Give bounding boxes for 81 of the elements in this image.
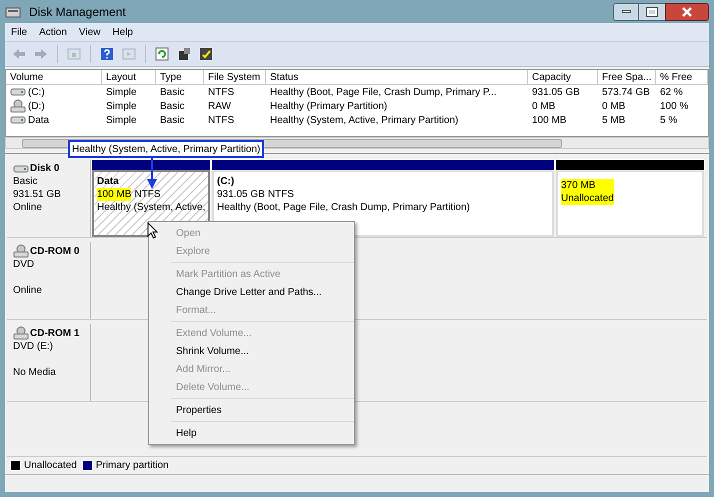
table-cell-text: Data: [28, 114, 50, 128]
table-cell-text: NTFS: [208, 114, 234, 128]
callout-arrow: [146, 158, 158, 190]
table-cell-text: Basic: [160, 86, 184, 100]
table-cell-text: 931.05 GB: [532, 86, 580, 100]
partition-block[interactable]: 370 MB Unallocated: [556, 170, 704, 237]
disk-type: DVD: [13, 258, 36, 271]
file-system: NTFS: [268, 188, 294, 201]
table-cell-text: 100 %: [660, 100, 688, 114]
column-header[interactable]: Volume: [6, 70, 102, 84]
table-cell-text: Simple: [106, 100, 137, 114]
table-cell-text: Simple: [106, 86, 137, 100]
column-header[interactable]: Capacity: [528, 70, 598, 84]
window-title: Disk Management: [29, 4, 126, 20]
partition-name: Data: [97, 175, 120, 188]
table-cell-text: 5 MB: [602, 114, 626, 128]
table-cell-text: Healthy (System, Active, Primary Partition): [270, 114, 458, 128]
table-cell-text: NTFS: [208, 86, 234, 100]
column-header[interactable]: Type: [156, 70, 204, 84]
partition-size: 931.05 GB: [217, 188, 265, 201]
column-header[interactable]: Layout: [102, 70, 156, 84]
table-row[interactable]: (D:) Simple Basic RAW Healthy (Primary Partition) 0 MB 0 MB 100 %: [6, 99, 708, 113]
partition-block[interactable]: (C:) 931.05 GB NTFS Healthy (Boot, Page File, Crash Dump, Primary Partition): [212, 170, 554, 237]
table-cell-text: 0 MB: [532, 100, 556, 114]
file-system: NTFS: [134, 188, 161, 201]
cursor-icon: [147, 222, 158, 239]
table-cell-text: Simple: [106, 114, 137, 128]
hard-drive-icon: [13, 164, 29, 174]
cd-drive-icon: [13, 326, 29, 340]
disk-type: Basic: [13, 175, 38, 188]
unallocated-label: 370 MB Unallocated: [561, 179, 614, 205]
table-cell-text: Healthy (Primary Partition): [270, 100, 388, 114]
table-cell-text: 0 MB: [602, 100, 626, 114]
close-button[interactable]: [665, 2, 709, 20]
close-icon: [682, 6, 692, 16]
cd-drive-icon: [10, 99, 26, 113]
table-cell-text: Basic: [160, 114, 184, 128]
hard-drive-icon: [10, 87, 26, 97]
table-cell-text: Healthy (Boot, Page File, Crash Dump, Primary P...: [270, 86, 497, 100]
hard-drive-icon: [10, 115, 26, 125]
disk-status: Online: [13, 284, 43, 297]
menu-item[interactable]: Shrink Volume...: [171, 342, 354, 360]
menu-item[interactable]: Action: [33, 24, 73, 40]
disk-type: DVD (E:): [13, 340, 54, 353]
table-row[interactable]: (C:) Simple Basic NTFS Healthy (Boot, Page File, Crash Dump, Primary P... 931.05 GB 573.74 GB 62 %: [6, 85, 708, 99]
table-cell-text: (D:): [28, 100, 45, 114]
partition-status: Healthy (System, Active,: [97, 201, 205, 214]
status-tooltip: Healthy (System, Active, Primary Partition): [68, 140, 264, 158]
table-cell-text: 100 MB: [532, 114, 566, 128]
menu-item[interactable]: Help: [106, 24, 139, 40]
menu-item[interactable]: View: [72, 24, 106, 40]
disk-name: Disk 0: [30, 162, 60, 175]
menu-item[interactable]: Properties: [171, 401, 354, 419]
column-header[interactable]: File System: [204, 70, 266, 84]
cd-drive-icon: [13, 244, 29, 258]
column-header[interactable]: Free Spa...: [598, 70, 656, 84]
table-cell-text: 5 %: [660, 114, 678, 128]
disk-name: CD-ROM 0: [30, 244, 80, 258]
app-icon: [5, 4, 21, 18]
table-cell-text: RAW: [208, 100, 231, 114]
partition-status: Healthy (Boot, Page File, Crash Dump, Primary Partition): [217, 201, 471, 214]
table-cell-text: 62 %: [660, 86, 683, 100]
table-cell-text: 573.74 GB: [602, 86, 650, 100]
disk-status: No Media: [13, 366, 57, 379]
disk-capacity: 931.51 GB: [13, 188, 62, 201]
column-header[interactable]: Status: [266, 70, 528, 84]
minimize-button[interactable]: [613, 2, 639, 20]
table-cell-text: Basic: [160, 100, 184, 114]
legend-label: Unallocated: [24, 459, 77, 473]
column-header[interactable]: % Free: [656, 70, 708, 84]
table-row[interactable]: Data Simple Basic NTFS Healthy (System, Active, Primary Partition) 100 MB 5 MB 5 %: [6, 113, 708, 127]
partition-size: 100 MB: [97, 188, 132, 201]
maximize-button[interactable]: [639, 2, 665, 20]
partition-name: (C:): [217, 175, 236, 188]
menu-item[interactable]: Help: [171, 424, 354, 442]
table-cell-text: (C:): [28, 86, 45, 100]
menu-item[interactable]: Change Drive Letter and Paths...: [171, 283, 354, 301]
menu-item[interactable]: File: [5, 24, 34, 40]
disk-name: CD-ROM 1: [30, 326, 80, 340]
disk-status: Online: [13, 201, 43, 214]
legend-label: Primary partition: [96, 459, 169, 473]
